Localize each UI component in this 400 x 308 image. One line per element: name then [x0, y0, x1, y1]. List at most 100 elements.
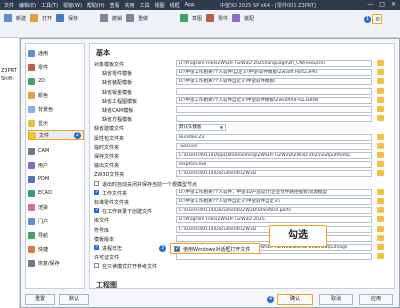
path-input[interactable]: C:\Users\49114\AppData\Roaming\ZWSOFT\ZW…: [176, 152, 372, 159]
part-icon[interactable]: [206, 14, 215, 22]
menu-item-tools[interactable]: 工具(T): [41, 2, 58, 9]
ribbon-undo-label[interactable]: 撤销: [112, 15, 122, 22]
folder-icon[interactable]: [377, 69, 384, 76]
menu-item-tool[interactable]: 工具: [140, 2, 150, 9]
path-input[interactable]: D:\中望工作相关\个人软件，中望3D产品设计\企业文件路径规划\资源模型: [176, 188, 372, 196]
sidebar-item-general[interactable]: 通用: [28, 48, 84, 58]
path-input[interactable]: [176, 106, 372, 113]
display-icon: [28, 119, 35, 127]
sidebar-item-ecad[interactable]: ECAD: [28, 188, 84, 198]
menu-item-viewmode[interactable]: 视图: [155, 2, 165, 9]
menu-item-wire[interactable]: 线框: [170, 2, 180, 9]
sidebar-item-pdm[interactable]: PDM: [28, 174, 84, 184]
ribbon-open-label[interactable]: 打开: [42, 15, 52, 22]
template-dropdown[interactable]: 默认头模板 ▼: [176, 124, 226, 132]
menu-item-window[interactable]: 视窗(W): [63, 2, 82, 9]
menu-item-file[interactable]: 文件: [4, 2, 14, 9]
menu-item-utility[interactable]: 实用: [125, 2, 135, 9]
path-input[interactable]: C:\Users\49114\Documents\ZW3D\Standard p…: [176, 207, 372, 215]
setting-checkbox[interactable]: [94, 189, 99, 195]
sidebar-item-recovery[interactable]: 恢复/保存: [28, 258, 84, 268]
minimize-button[interactable]: —: [367, 1, 373, 8]
sidebar-item-display[interactable]: 显示: [28, 118, 84, 128]
windows-dialog-option[interactable]: 使用Windows对话框打开文件: [170, 243, 260, 254]
sidebar-item-part[interactable]: 零件: [28, 62, 84, 72]
folder-icon[interactable]: [377, 115, 384, 122]
path-input[interactable]: D:\中望工作相关\个人软件自定义\中望软件模板\ZwsoftA4-HZ3DRW: [176, 96, 372, 104]
path-input[interactable]: C:\Users\49114\Documents\ZW3D: [176, 170, 372, 178]
path-input[interactable]: D:\中望工作相关\个人软件自定义\中望软件模板\: [176, 78, 372, 86]
menu-item-app[interactable]: App: [185, 2, 195, 9]
folder-icon[interactable]: [377, 60, 384, 66]
folder-icon[interactable]: [377, 253, 384, 260]
folder-icon[interactable]: [377, 188, 384, 195]
path-input[interactable]: D:\中望工作相关\个人软件\自定义\中望\软件模板\Zwsoft PartZ3…: [176, 69, 372, 77]
redo-icon[interactable]: [126, 14, 135, 22]
settings-button[interactable]: ⚙: [372, 14, 382, 24]
setting-checkbox[interactable]: [94, 244, 99, 250]
sidebar-item-cam[interactable]: CAM: [28, 146, 84, 156]
path-input[interactable]: lexpfonl.exe: [176, 161, 372, 169]
menu-item-view[interactable]: 查看: [110, 2, 120, 9]
ribbon-sketch-label[interactable]: 草图: [192, 15, 202, 22]
close-button[interactable]: ✕: [391, 1, 396, 8]
setting-row: 属性包文件夹 Bundles.Z3: [94, 133, 394, 142]
path-input[interactable]: D:\Program Files\ZWSOFT\ZW3D 2025\langua…: [176, 60, 372, 67]
ribbon-save-label[interactable]: 保存: [68, 15, 78, 22]
folder-icon[interactable]: [377, 207, 384, 214]
folder-icon[interactable]: [377, 106, 384, 112]
reset-button[interactable]: 重置: [25, 294, 55, 305]
setting-checkbox[interactable]: [94, 263, 99, 269]
settings-sidebar: 通用 零件 2D 颜色 背景色 显示 文件 CAM 用户 PDM ECAD 渲染…: [25, 43, 85, 289]
path-input[interactable]: [176, 253, 372, 261]
menu-item-help[interactable]: 帮助(H): [87, 2, 105, 9]
folder-icon[interactable]: [377, 161, 384, 168]
ribbon-new-label[interactable]: 新建: [16, 15, 26, 22]
path-input[interactable]: [176, 115, 372, 123]
folder-icon[interactable]: [377, 234, 384, 241]
sketch-icon[interactable]: [180, 14, 188, 22]
cancel-button[interactable]: 取消: [319, 294, 353, 305]
sidebar-item-nav[interactable]: 导航: [28, 230, 84, 240]
default-button[interactable]: 默认: [59, 294, 89, 305]
open-icon[interactable]: [30, 14, 39, 22]
folder-icon[interactable]: [377, 133, 384, 140]
folder-icon[interactable]: [377, 78, 384, 85]
apply-button[interactable]: 应用: [359, 294, 393, 305]
setting-checkbox[interactable]: [94, 207, 99, 214]
sidebar-item-portal[interactable]: 门户: [28, 216, 84, 226]
path-input[interactable]: D:\中望工作相关\个人软件自定义\中望软件自定义\: [176, 198, 372, 205]
folder-icon[interactable]: [377, 198, 384, 204]
path-input[interactable]: [176, 87, 372, 95]
setting-row: 缺省方程模板: [94, 115, 394, 123]
ribbon-assembly-label[interactable]: 装配: [244, 15, 254, 22]
sidebar-item-color[interactable]: 颜色: [28, 90, 84, 100]
sidebar-item-render[interactable]: 渲染: [28, 202, 84, 212]
sidebar-item-2d[interactable]: 2D: [28, 76, 84, 86]
folder-icon[interactable]: [377, 152, 384, 158]
save-icon[interactable]: [56, 14, 65, 22]
folder-icon[interactable]: [377, 142, 384, 149]
folder-icon[interactable]: [377, 216, 384, 223]
ribbon-part-label[interactable]: 零件: [218, 15, 228, 22]
sidebar-item-user[interactable]: 用户: [28, 160, 84, 170]
folder-icon[interactable]: [377, 244, 384, 250]
sidebar-item-background[interactable]: 背景色: [28, 104, 84, 114]
windows-dialog-checkbox[interactable]: [174, 245, 180, 252]
setting-checkbox[interactable]: [94, 180, 99, 186]
ribbon-redo-label[interactable]: 重做: [138, 15, 148, 22]
undo-icon[interactable]: [100, 14, 108, 22]
assembly-icon[interactable]: [232, 14, 241, 22]
folder-icon[interactable]: [377, 170, 384, 177]
folder-icon[interactable]: [377, 225, 384, 232]
ok-button[interactable]: 确认: [277, 294, 313, 305]
folder-icon[interactable]: [377, 96, 384, 103]
menu-item-edit[interactable]: 编辑(E): [19, 2, 36, 9]
path-input[interactable]: Bundles.Z3: [176, 133, 372, 141]
folder-icon[interactable]: [377, 87, 384, 94]
path-input[interactable]: D:\Program Files\ZWSOFT\ZW3D 2025: [176, 216, 372, 224]
new-icon[interactable]: [4, 14, 12, 22]
path-input[interactable]: .Session: [176, 142, 372, 150]
sidebar-item-shortcut[interactable]: 快捷: [28, 244, 84, 254]
maximize-button[interactable]: □: [379, 1, 385, 8]
